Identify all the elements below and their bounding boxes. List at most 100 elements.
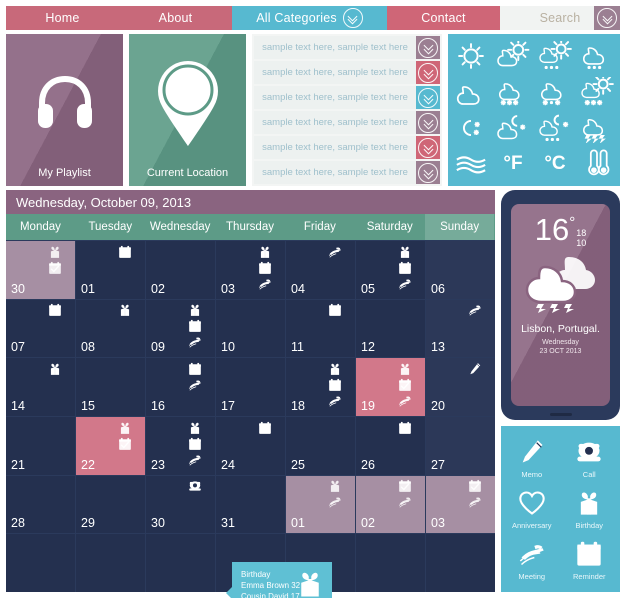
list-row[interactable]: sample text here, sample text here (254, 86, 440, 109)
calendar-day-cell[interactable]: 24 (216, 417, 285, 475)
calendar-day-cell[interactable] (426, 534, 495, 592)
calendar-day-cell[interactable]: 14 (6, 358, 75, 416)
calendar-day-cell[interactable]: 31 (216, 475, 285, 534)
calendar-day-cell[interactable] (76, 534, 145, 592)
nav-item-all-categories[interactable]: All Categories (232, 6, 387, 30)
list-row-dropdown-button[interactable] (416, 86, 440, 109)
calendar-day-cell[interactable]: 17 (216, 358, 285, 416)
calendar-day-cell[interactable]: 30 (146, 475, 215, 534)
nav-item-contact[interactable]: Contact (387, 6, 500, 30)
phone-location: Lisbon, Portugal. (521, 323, 600, 335)
calendar-day-cell[interactable]: 11 (286, 299, 355, 358)
calendar-day-cell[interactable]: 12 (356, 299, 425, 358)
birthday-icon (187, 420, 203, 435)
calendar-day-cell[interactable]: 21 (6, 417, 75, 475)
list-row[interactable]: sample text here, sample text here (254, 136, 440, 159)
calendar-day-cell[interactable]: 01 (76, 241, 145, 299)
moon-cloud-rain-icon[interactable] (535, 112, 575, 145)
calendar-day-cell[interactable]: 16 (146, 358, 215, 416)
list-row[interactable]: sample text here, sample text here (254, 111, 440, 134)
calendar-day-cell[interactable]: 03 (426, 475, 495, 534)
calendar-day-cell[interactable]: 15 (76, 358, 145, 416)
meeting-icon (187, 335, 203, 350)
meeting-icon (257, 276, 273, 291)
wind-icon[interactable] (451, 148, 491, 181)
calendar-day-cell[interactable]: 25 (286, 417, 355, 475)
cloud-icon[interactable] (451, 76, 491, 109)
legend-item-reminder[interactable]: Reminder (561, 535, 619, 586)
calendar-day-cell[interactable]: 07 (6, 299, 75, 358)
nav-item-home[interactable]: Home (6, 6, 119, 30)
thermometers-icon[interactable] (577, 148, 617, 181)
legend-item-anniversary[interactable]: Anniversary (503, 483, 561, 534)
sun-cloud-rain-icon[interactable] (535, 40, 575, 73)
calendar-day-cell[interactable]: 28 (6, 475, 75, 534)
calendar-day-cell[interactable]: 19 (356, 358, 425, 416)
list-row[interactable]: sample text here, sample text here (254, 36, 440, 59)
calendar-check-icon (575, 539, 603, 569)
reminder-icon (47, 260, 63, 275)
sun-cloud-icon[interactable] (493, 40, 533, 73)
list-row[interactable]: sample text here, sample text here (254, 61, 440, 84)
calendar-day-cell[interactable] (356, 534, 425, 592)
list-row-dropdown-button[interactable] (416, 136, 440, 159)
list-row[interactable]: sample text here, sample text here (254, 161, 440, 184)
nav-item-about[interactable]: About (119, 6, 232, 30)
calendar-day-cell[interactable] (146, 534, 215, 592)
calendar-day-cell[interactable]: 01 (286, 475, 355, 534)
cloud-sleet-icon[interactable] (535, 76, 575, 109)
list-row-dropdown-button[interactable] (416, 36, 440, 59)
cloud-lightning-icon[interactable] (577, 112, 617, 145)
tile-current-location[interactable]: Current Location (129, 34, 246, 186)
celsius-icon[interactable]: °C (535, 148, 575, 181)
weekday-header-tuesday: Tuesday (75, 214, 146, 240)
calendar-day-cell[interactable]: 02 (146, 241, 215, 299)
cloud-snow-icon[interactable] (493, 76, 533, 109)
calendar-day-cell[interactable]: 18 (286, 358, 355, 416)
calendar-day-cell[interactable]: 30 (6, 241, 75, 299)
calendar-day-cell[interactable]: 09 (146, 299, 215, 358)
calendar-day-cell[interactable]: 02 (356, 475, 425, 534)
sun-icon[interactable] (451, 40, 491, 73)
calendar-day-cell[interactable]: 29 (76, 475, 145, 534)
list-row-dropdown-button[interactable] (416, 111, 440, 134)
calendar-day-cell[interactable]: 10 (216, 299, 285, 358)
day-number: 04 (291, 281, 305, 296)
day-event-icons (458, 361, 492, 414)
calendar-day-cell[interactable]: 20 (426, 358, 495, 416)
calendar-day-cell[interactable]: 22 (76, 417, 145, 475)
sun-cloud-snow-icon[interactable] (577, 76, 617, 109)
tile-my-playlist[interactable]: My Playlist (6, 34, 123, 186)
calendar-day-cell[interactable]: 13 (426, 299, 495, 358)
fahrenheit-icon[interactable]: °F (493, 148, 533, 181)
reminder-icon (397, 260, 413, 275)
legend-item-meeting[interactable]: Meeting (503, 535, 561, 586)
calendar-day-cell[interactable]: 08 (76, 299, 145, 358)
calendar-day-cell[interactable]: 23 (146, 417, 215, 475)
cloud-rain-icon[interactable] (577, 40, 617, 73)
legend-item-memo[interactable]: Memo (503, 432, 561, 483)
list-row-dropdown-button[interactable] (416, 161, 440, 184)
calendar-day-cell[interactable]: 03 (216, 241, 285, 299)
calendar-day-cell[interactable] (6, 534, 75, 592)
calendar-day-cell[interactable]: 05 (356, 241, 425, 299)
search-field[interactable]: Search (500, 6, 620, 30)
moon-stars-icon[interactable] (451, 112, 491, 145)
legend-item-call[interactable]: Call (561, 432, 619, 483)
event-popup[interactable]: BirthdayEmma Brown 32Cousin David 17Remi… (226, 562, 332, 598)
meeting-icon (327, 393, 343, 408)
calendar-day-cell[interactable]: 04 (286, 241, 355, 299)
phone-high: 18 (576, 228, 587, 238)
day-number: 23 (151, 457, 165, 472)
legend-item-label: Birthday (575, 520, 603, 530)
calendar-day-cell[interactable]: 26 (356, 417, 425, 475)
search-input[interactable]: Search (540, 11, 581, 25)
moon-cloud-icon[interactable] (493, 112, 533, 145)
calendar-day-cell[interactable]: 27 (426, 417, 495, 475)
day-event-icons (178, 361, 212, 414)
legend-item-birthday[interactable]: Birthday (561, 483, 619, 534)
weather-phone-widget[interactable]: 16 ° 18 10 Lisbon, Portugal. Wednesday 2… (501, 190, 620, 420)
list-row-dropdown-button[interactable] (416, 61, 440, 84)
search-dropdown-button[interactable] (594, 6, 620, 30)
calendar-day-cell[interactable]: 06 (426, 241, 495, 299)
